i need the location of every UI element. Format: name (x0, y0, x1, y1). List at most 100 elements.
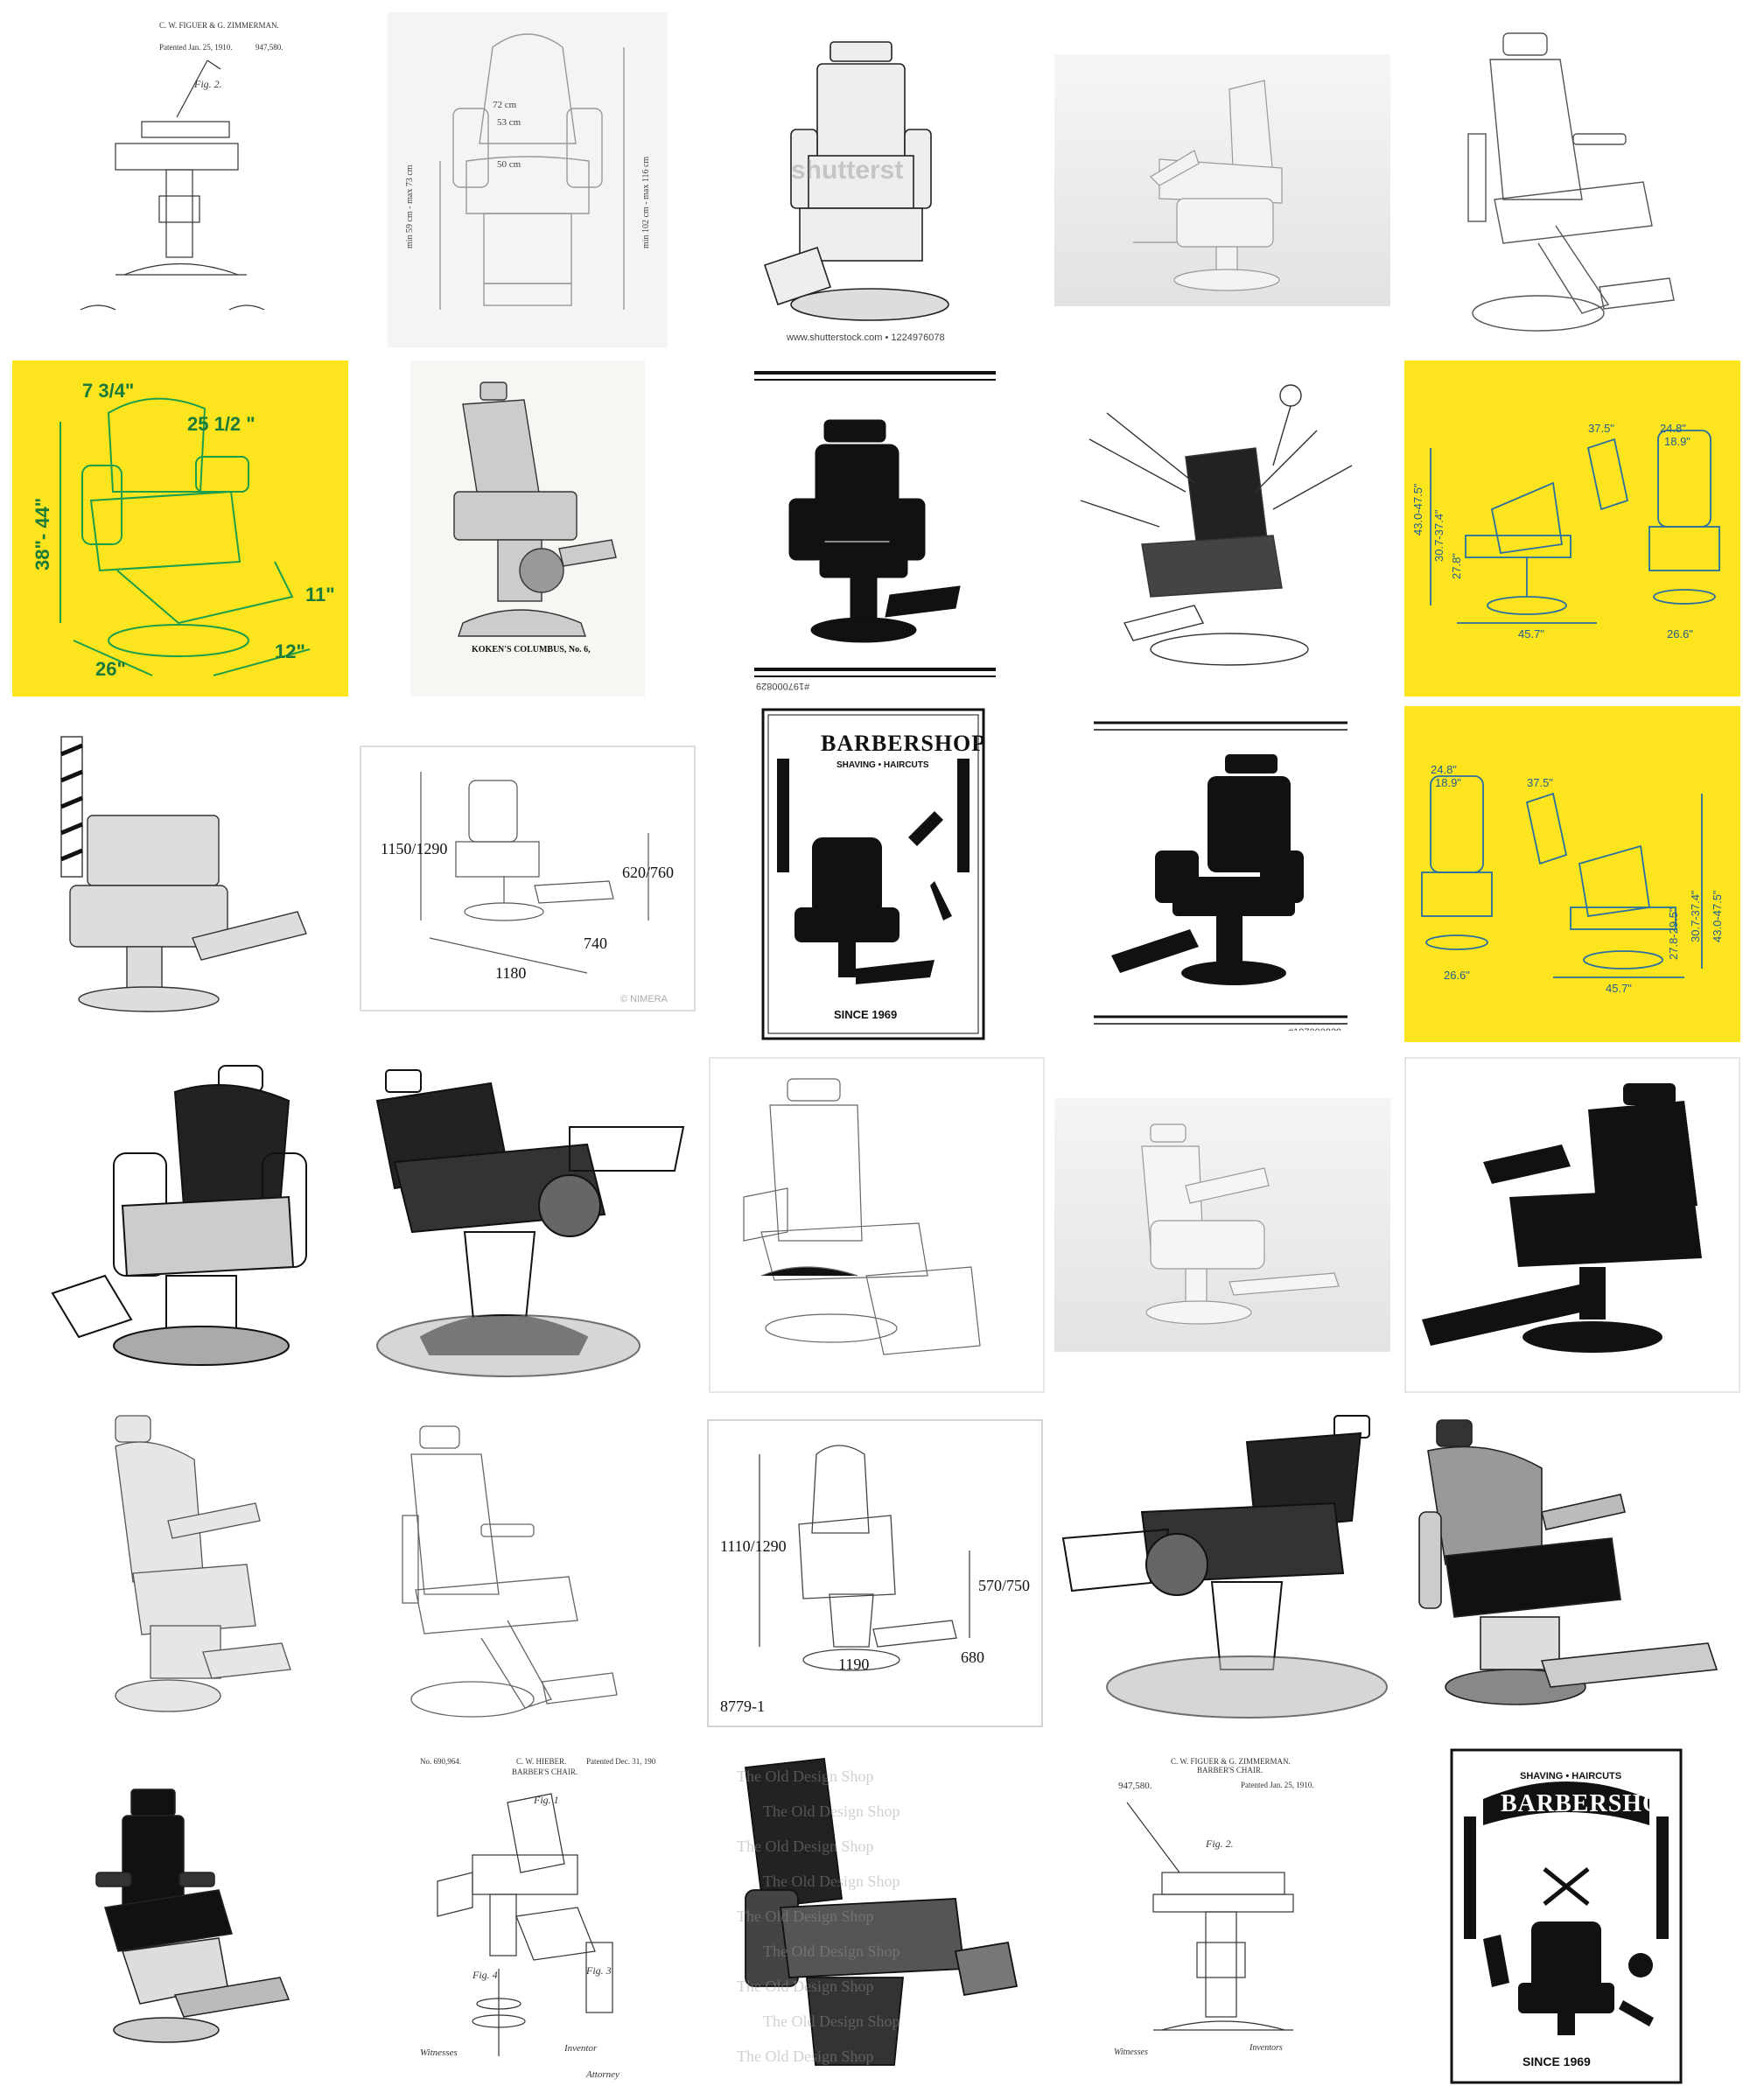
patent-figuer-witnesses: Witnesses (1114, 2048, 1148, 2057)
antique-chair-with-pole (60, 736, 307, 1012)
old-design-watermark-9: The Old Design Shop (737, 2048, 874, 2065)
dim-1190: 1190 (838, 1656, 870, 1673)
vector-barber-chair-2 (1094, 721, 1348, 1025)
line-art-chair-2 (402, 1425, 618, 1718)
image-tile-antique-pole-chair[interactable] (35, 719, 332, 1034)
bp1-dim-30-37: 30.7-37.4" (1432, 509, 1446, 562)
patent-figuer-fig: Fig. 2. (1206, 1838, 1234, 1850)
image-tile-barbershop-poster-2[interactable]: SHAVING • HAIRCUTS BARBERSHOP SINCE 1969 (1448, 1746, 1684, 2086)
dim-1110-1290: 1110/1290 (720, 1537, 787, 1555)
old-design-watermark-2: The Old Design Shop (763, 1802, 900, 1820)
image-tile-3d-render-2[interactable] (1054, 1098, 1390, 1352)
image-tile-vector-chair-2[interactable]: #197000829 (1094, 719, 1348, 1031)
dim-570-750: 570/750 (978, 1577, 1031, 1594)
bp1-dim-27-8: 27.8" (1450, 553, 1463, 579)
image-tile-catalog-page[interactable]: KOKEN'S COLUMBUS, No. 6, (410, 360, 645, 696)
image-tile-3d-modern-chair[interactable] (88, 1785, 298, 2056)
image-tile-wireframe-chair[interactable] (709, 1057, 1045, 1393)
poster2-ribbon: SHAVING • HAIRCUTS (1520, 1771, 1622, 1782)
stock-id-flipped: #197000829 (756, 681, 810, 691)
dim-11: 11" (305, 584, 335, 606)
metric-dimension-diagram-2 (707, 1419, 1043, 1727)
image-tile-line-art[interactable] (1442, 24, 1704, 350)
image-tile-barbershop-poster-1[interactable]: BARBERSHOP SHAVING • HAIRCUTS SINCE 1969 (760, 706, 987, 1042)
dim-depth: 50 cm (497, 159, 522, 170)
patent-hieber-fig4: Fig. 4 (472, 1969, 498, 1981)
engraved-chair-illustration (763, 41, 949, 321)
bp2-dim-37-5: 37.5" (1527, 776, 1553, 789)
image-tile-patent-drawing[interactable]: C. W. FIGUER & G. ZIMMERMAN. 947,580. Pa… (54, 12, 308, 341)
patent-figuer-drawing (1126, 1802, 1294, 2031)
image-tile-patent-hieber[interactable]: No. 690,964. C. W. HIEBER. Patented Dec.… (411, 1750, 656, 2086)
dim-12: 12" (275, 640, 305, 662)
image-tile-ornate-chair-1[interactable] (360, 1057, 696, 1393)
image-tile-bold-vector-chair[interactable] (1404, 1057, 1740, 1393)
patent-hieber-fig1: Fig. 1 (534, 1794, 559, 1806)
wireframe-chair-render (709, 1057, 1045, 1393)
dim-740: 740 (584, 934, 607, 952)
bold-vector-barber-chair (1404, 1057, 1740, 1393)
nimera-watermark: © NIMERA (620, 994, 668, 1004)
patent-hieber-witnesses: Witnesses (420, 2048, 458, 2058)
dim-height-right: min 102 cm - max 116 cm (641, 156, 651, 248)
image-tile-green-dimension-chair[interactable]: 7 3/4" 25 1/2 " 38"- 44" 26" 11" 12" (12, 360, 348, 696)
patent-hieber-title: BARBER'S CHAIR. (512, 1768, 578, 1776)
image-tile-3d-render[interactable] (1054, 54, 1390, 306)
patent-figuer-date: Patented Jan. 25, 1910. (1241, 1781, 1314, 1789)
image-tile-dimension-sketch[interactable]: 72 cm 53 cm 50 cm min 59 cm - max 73 cm … (388, 12, 668, 347)
old-design-watermark-3: The Old Design Shop (737, 1838, 874, 1855)
ornate-antique-chair (375, 1069, 685, 1377)
image-tile-metric-diagram-2[interactable]: 1110/1290 570/750 1190 680 8779-1 (707, 1419, 1043, 1727)
blue-blueprint-drawing (1430, 430, 1720, 624)
chrome-vintage-chair (1418, 1419, 1718, 1705)
image-tile-blue-blueprint-2[interactable]: 24.8" 18.9" 37.5" 43.0-47.5" 30.7-37.4" … (1404, 706, 1740, 1042)
image-tile-ink-chair-1[interactable] (35, 1057, 332, 1393)
dim-25-1-2: 25 1/2 " (187, 413, 256, 435)
patent-hieber-attorney: Attorney (586, 2069, 620, 2080)
3d-chair-render (1133, 80, 1283, 291)
poster2-since-1969: SINCE 1969 (1522, 2054, 1591, 2068)
image-tile-chair-with-tools[interactable] (1054, 360, 1390, 696)
bp1-dim-18-9: 18.9" (1664, 435, 1690, 448)
image-tile-pencil-chair[interactable] (80, 1407, 308, 1727)
catalog-caption: KOKEN'S COLUMBUS, No. 6, (472, 645, 591, 654)
image-tile-ornate-chair-2[interactable] (1054, 1407, 1390, 1727)
image-tile-patent-figuer[interactable]: C. W. FIGUER & G. ZIMMERMAN. BARBER'S CH… (1101, 1750, 1337, 2086)
image-tile-line-art-2[interactable] (394, 1419, 656, 1727)
patent-number: 947,580. (256, 43, 284, 52)
poster2-title-barbershop: BARBERSHOP (1501, 1790, 1678, 1817)
image-tile-vector-chair[interactable]: #197000829 (754, 368, 996, 691)
old-design-watermark-6: The Old Design Shop (763, 1942, 900, 1960)
poster-since-1969: SINCE 1969 (834, 1008, 898, 1021)
dim-7-3-4: 7 3/4" (82, 380, 135, 402)
poster-title-barbershop: BARBERSHOP (821, 731, 987, 756)
old-design-watermark-8: The Old Design Shop (763, 2012, 900, 2030)
bp1-dim-24-8: 24.8" (1660, 422, 1686, 435)
bp1-dim-43-47: 43.0-47.5" (1411, 483, 1424, 536)
image-tile-engraved-chair[interactable]: shutterst www.shutterstock.com • 1224976… (747, 24, 975, 348)
bp1-dim-26-6: 26.6" (1667, 627, 1693, 640)
image-tile-metric-diagram-1[interactable]: 1150/1290 620/760 740 1180 © NIMERA (360, 746, 696, 1012)
dim-1180: 1180 (495, 964, 527, 982)
shutterstock-url: www.shutterstock.com • 1224976078 (787, 332, 945, 343)
bp2-dim-18-9: 18.9" (1435, 776, 1461, 789)
bp2-dim-43-47: 43.0-47.5" (1711, 890, 1724, 942)
image-tile-chrome-chair[interactable] (1410, 1407, 1734, 1731)
dim-680: 680 (961, 1648, 984, 1666)
patent-figuer-number: 947,580. (1118, 1781, 1152, 1791)
patent-chair-illustration (80, 60, 265, 311)
image-tile-old-design-engraving[interactable]: The Old Design Shop The Old Design Shop … (728, 1750, 1026, 2086)
bp2-dim-26-6: 26.6" (1444, 969, 1470, 982)
patent-figuer-header: C. W. FIGUER & G. ZIMMERMAN. (1171, 1757, 1291, 1766)
dim-1150-1290: 1150/1290 (381, 840, 448, 858)
line-art-chair (1467, 32, 1675, 332)
bp2-dim-45-7: 45.7" (1606, 982, 1632, 995)
patent-hieber-date: Patented Dec. 31, 1901. (586, 1757, 656, 1766)
patent-figuer-inventors: Inventors (1250, 2043, 1283, 2053)
ornate-antique-chair-2 (1061, 1415, 1388, 1718)
old-design-watermark-7: The Old Design Shop (737, 1978, 874, 1995)
image-tile-blue-blueprint-1[interactable]: 24.8" 18.9" 37.5" 43.0-47.5" 30.7-37.4" … (1404, 360, 1740, 696)
patent-hieber-fig3: Fig. 3 (586, 1964, 612, 1977)
poster-ribbon: SHAVING • HAIRCUTS (836, 760, 929, 770)
bp2-dim-30-37: 30.7-37.4" (1689, 890, 1702, 942)
